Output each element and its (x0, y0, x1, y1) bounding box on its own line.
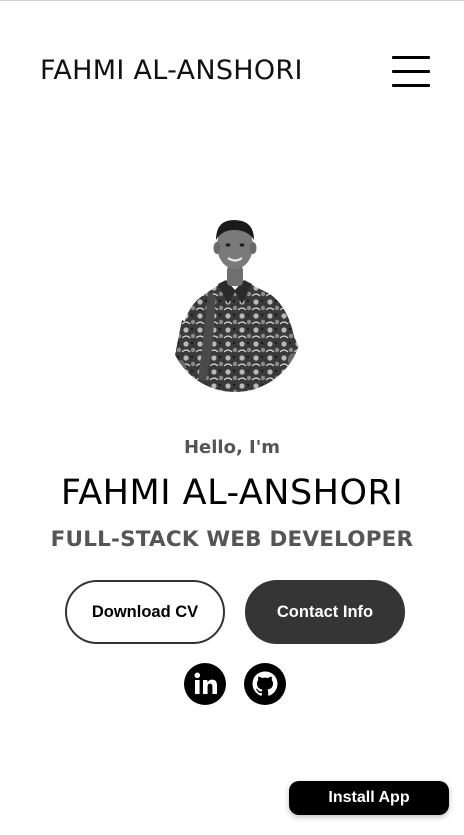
hamburger-bar (392, 84, 430, 87)
site-logo[interactable]: FAHMI AL-ANSHORI (40, 55, 303, 86)
portfolio-page: FAHMI AL-ANSHORI Hello, I'm FAHMI AL-ANS… (0, 0, 464, 835)
install-app-button[interactable]: Install App (289, 781, 449, 815)
download-cv-button[interactable]: Download CV (65, 580, 225, 644)
greeting-text: Hello, I'm (183, 437, 281, 458)
profile-photo (168, 200, 302, 392)
hamburger-bar (392, 56, 430, 59)
site-header: FAHMI AL-ANSHORI (0, 0, 464, 140)
hamburger-menu-icon[interactable] (392, 56, 430, 88)
github-icon[interactable] (244, 663, 286, 705)
contact-info-button[interactable]: Contact Info (245, 580, 405, 644)
job-title: FULL-STACK WEB DEVELOPER (50, 527, 414, 552)
hero-name: FAHMI AL-ANSHORI (60, 473, 404, 513)
linkedin-icon[interactable] (184, 663, 226, 705)
hamburger-bar (392, 70, 430, 73)
